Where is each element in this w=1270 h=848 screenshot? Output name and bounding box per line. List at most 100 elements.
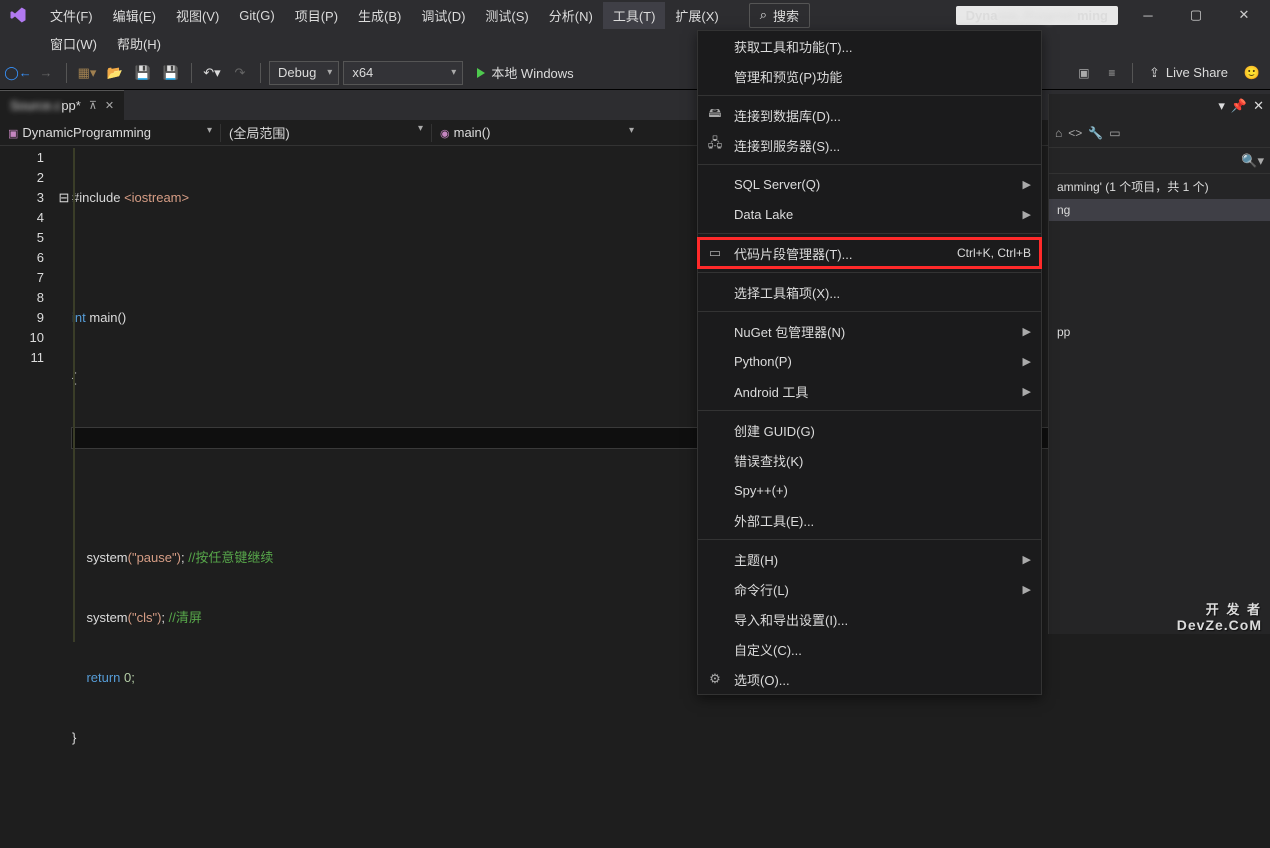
tools-menu-item[interactable]: 导入和导出设置(I)... [698, 604, 1041, 634]
project-combo[interactable]: ▣DynamicProgramming [0, 123, 220, 142]
redo-button[interactable]: ↷ [228, 61, 252, 85]
home-icon[interactable]: ⌂ [1055, 126, 1062, 140]
menu-test[interactable]: 测试(S) [475, 2, 538, 29]
save-all-button[interactable]: 💾 [159, 61, 183, 85]
file-node[interactable]: pp [1049, 321, 1270, 343]
live-share-button[interactable]: ⇪ Live Share [1141, 65, 1236, 81]
line-number-gutter: 1234567891011 [0, 146, 56, 642]
menu-debug[interactable]: 调试(D) [411, 2, 475, 29]
scope-combo[interactable]: (全局范围) [221, 121, 431, 144]
menu-shortcut: Ctrl+K, Ctrl+B [957, 246, 1031, 260]
tools-menu-item[interactable]: 获取工具和功能(T)... [698, 31, 1041, 61]
menu-item-label: Python(P) [734, 354, 792, 369]
menu-item-label: Android 工具 [734, 382, 808, 401]
tools-menu-item[interactable]: 外部工具(E)... [698, 505, 1041, 535]
pin-panel-icon[interactable]: 📌 [1231, 98, 1247, 114]
menu-search[interactable]: ⌕ 搜索 [749, 3, 810, 28]
menu-view[interactable]: 视图(V) [166, 2, 229, 29]
menu-project[interactable]: 项目(P) [285, 2, 348, 29]
menu-item-label: 连接到数据库(D)... [734, 106, 841, 125]
save-button[interactable]: 💾 [131, 61, 155, 85]
solution-explorer-panel: ▾ 📌 ✕ ⌂ <> 🔧 ▭ 🔍▾ amming' (1 个项目，共 1 个) … [1048, 94, 1270, 634]
menu-item-label: NuGet 包管理器(N) [734, 322, 845, 341]
menu-item-label: 导入和导出设置(I)... [734, 610, 848, 629]
fold-gutter: ⊟ [56, 146, 72, 642]
tools-menu-item[interactable]: ⚙选项(O)... [698, 664, 1041, 694]
menu-item-label: 命令行(L) [734, 580, 789, 599]
share-icon: ⇪ [1149, 65, 1160, 81]
nav-fwd-button[interactable]: → [34, 61, 58, 85]
solution-node[interactable]: amming' (1 个项目，共 1 个) [1049, 174, 1270, 199]
tools-menu-item[interactable]: 错误查找(K) [698, 445, 1041, 475]
menu-window[interactable]: 窗口(W) [40, 30, 107, 57]
snippet-icon: ▭ [706, 245, 724, 261]
editor-tab[interactable]: Source.cpp* ⊼ ✕ [0, 90, 124, 120]
window-minimize-button[interactable]: ─ [1130, 1, 1166, 29]
tools-menu-item[interactable]: Android 工具 ▶ [698, 376, 1041, 406]
tools-menu-item[interactable]: 选择工具箱项(X)... [698, 277, 1041, 307]
tools-menu-item[interactable]: SQL Server(Q)▶ [698, 169, 1041, 199]
project-node[interactable]: ng [1049, 199, 1270, 221]
submenu-arrow-icon: ▶ [1023, 583, 1031, 596]
watermark: 开 发 者 DevZe.CoM [1177, 602, 1262, 634]
fold-toggle-icon[interactable]: ⊟ [56, 188, 72, 208]
submenu-arrow-icon: ▶ [1023, 208, 1031, 221]
undo-button[interactable]: ↶▾ [200, 61, 224, 85]
window-maximize-button[interactable]: ▢ [1178, 1, 1214, 29]
close-panel-icon[interactable]: ✕ [1253, 98, 1264, 114]
menu-item-label: 创建 GUID(G) [734, 421, 815, 440]
config-combo[interactable]: Debug [269, 61, 339, 85]
code-view-icon[interactable]: <> [1068, 126, 1082, 140]
pin-icon[interactable]: ⊼ [89, 99, 97, 112]
solution-search[interactable]: 🔍▾ [1049, 148, 1270, 174]
tools-menu-item[interactable]: Spy++(+) [698, 475, 1041, 505]
platform-combo[interactable]: x64 [343, 61, 463, 85]
new-project-button[interactable]: ▦▾ [75, 61, 99, 85]
tools-menu-item[interactable]: Data Lake ▶ [698, 199, 1041, 229]
window-menu-icon[interactable]: ▾ [1218, 98, 1225, 114]
tool-button-2[interactable]: ≡ [1100, 61, 1124, 85]
tools-menu-item[interactable]: Python(P)▶ [698, 346, 1041, 376]
menu-item-label: Data Lake [734, 207, 793, 222]
tools-menu-item[interactable]: 自定义(C)... [698, 634, 1041, 664]
tool-button-1[interactable]: ▣ [1072, 61, 1096, 85]
menu-edit[interactable]: 编辑(E) [103, 2, 166, 29]
function-combo[interactable]: ◉main() [432, 123, 642, 142]
menu-analyze[interactable]: 分析(N) [539, 2, 603, 29]
menu-help[interactable]: 帮助(H) [107, 30, 171, 57]
menu-item-label: 代码片段管理器(T)... [734, 244, 852, 263]
tools-menu-item[interactable]: 🖴连接到数据库(D)... [698, 100, 1041, 130]
submenu-arrow-icon: ▶ [1023, 553, 1031, 566]
menu-tools[interactable]: 工具(T) [603, 2, 666, 29]
open-button[interactable]: 📂 [103, 61, 127, 85]
main-menu-row2: 窗口(W) 帮助(H) [0, 30, 1270, 56]
close-tab-icon[interactable]: ✕ [105, 99, 114, 112]
search-placeholder: 搜索 [773, 6, 799, 25]
menu-git[interactable]: Git(G) [229, 4, 284, 27]
frame-icon[interactable]: ▭ [1109, 126, 1120, 140]
menu-item-label: 管理和预览(P)功能 [734, 67, 842, 86]
tools-menu-item[interactable]: 管理和预览(P)功能 [698, 61, 1041, 91]
feedback-button[interactable]: 🙂 [1240, 61, 1264, 85]
tools-menu-dropdown: 获取工具和功能(T)... 管理和预览(P)功能 🖴连接到数据库(D)...🖧连接到… [697, 30, 1042, 695]
menu-extensions[interactable]: 扩展(X) [665, 2, 728, 29]
tools-menu-item[interactable]: NuGet 包管理器(N)▶ [698, 316, 1041, 346]
menu-build[interactable]: 生成(B) [348, 2, 411, 29]
start-debug-button[interactable]: 本地 Windows [467, 61, 583, 85]
wrench-icon[interactable]: 🔧 [1088, 126, 1103, 140]
tools-menu-item[interactable]: 命令行(L) ▶ [698, 574, 1041, 604]
window-close-button[interactable]: ✕ [1226, 1, 1262, 29]
tools-menu-item[interactable]: 主题(H)▶ [698, 544, 1041, 574]
function-icon: ◉ [440, 128, 450, 140]
menu-item-label: 获取工具和功能(T)... [734, 37, 852, 56]
tools-menu-item[interactable]: 🖧连接到服务器(S)... [698, 130, 1041, 160]
tools-menu-item[interactable]: 创建 GUID(G) [698, 415, 1041, 445]
search-icon: ⌕ [760, 7, 767, 23]
project-icon: ▣ [8, 128, 18, 140]
submenu-arrow-icon: ▶ [1023, 385, 1031, 398]
nav-back-button[interactable]: ◯← [6, 61, 30, 85]
menu-item-label: 外部工具(E)... [734, 511, 814, 530]
menu-file[interactable]: 文件(F) [40, 2, 103, 29]
gear-icon: ⚙ [706, 671, 724, 687]
tools-menu-item[interactable]: ▭ 代码片段管理器(T)... Ctrl+K, Ctrl+B [698, 238, 1041, 268]
